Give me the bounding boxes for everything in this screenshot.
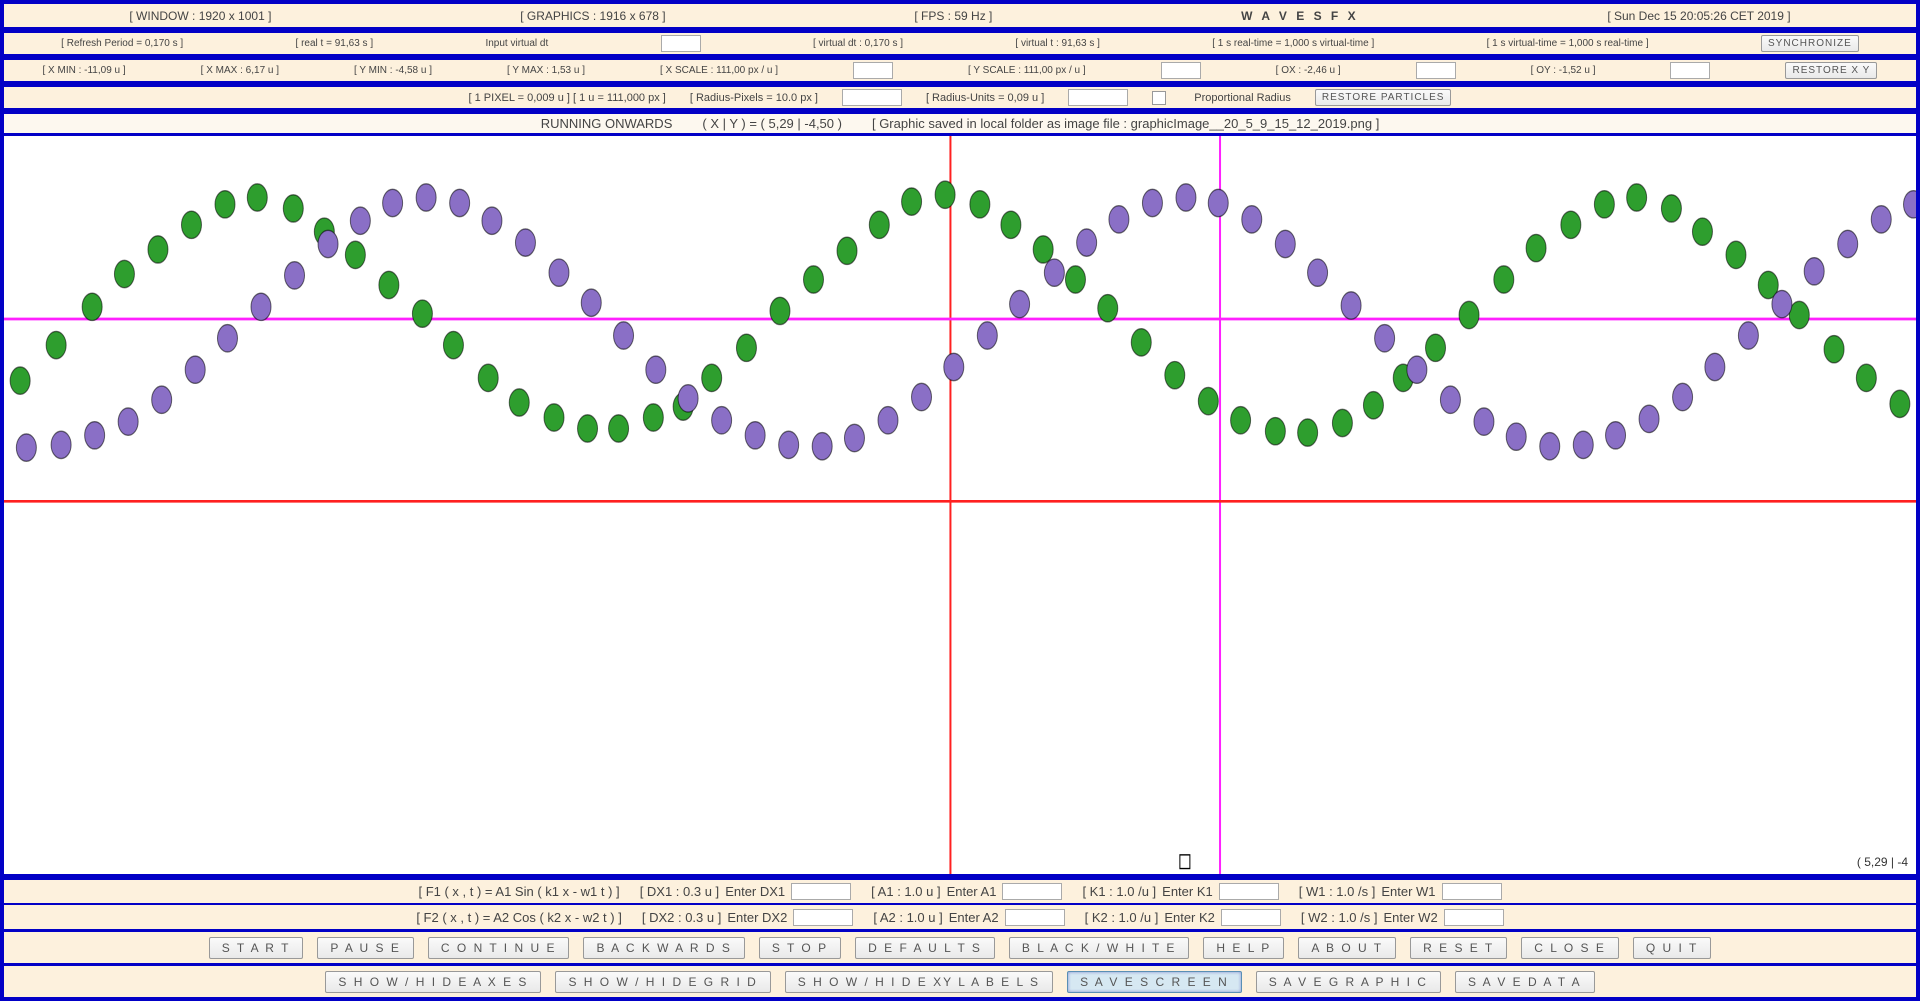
- oy-field[interactable]: [1670, 62, 1710, 79]
- ratio-real-virtual: [ 1 s real-time = 1,000 s virtual-time ]: [1212, 38, 1374, 49]
- yscale-field[interactable]: [1161, 62, 1201, 79]
- header-bar: [ WINDOW : 1920 x 1001 ] [ GRAPHICS : 19…: [4, 4, 1916, 30]
- save-message: [ Graphic saved in local folder as image…: [872, 116, 1379, 131]
- virtual-t: [ virtual t : 91,63 s ]: [1015, 38, 1099, 49]
- fps-readout: [ FPS : 59 Hz ]: [914, 9, 992, 23]
- clock: [ Sun Dec 15 20:05:26 CET 2019 ]: [1607, 9, 1790, 23]
- input-vdt-field[interactable]: [661, 35, 701, 52]
- f1-k-field[interactable]: [1219, 883, 1279, 900]
- f1-dx-field[interactable]: [791, 883, 851, 900]
- ox-field[interactable]: [1416, 62, 1456, 79]
- radius-u: [ Radius-Units = 0,09 u ]: [926, 92, 1044, 104]
- proportional-radius-checkbox[interactable]: [1152, 91, 1166, 105]
- ymax: [ Y MAX : 1,53 u ]: [507, 65, 585, 76]
- save-data-button[interactable]: S A V E D A T A: [1455, 971, 1595, 993]
- continue-button[interactable]: C O N T I N U E: [428, 937, 570, 959]
- f2-k: [ K2 : 1.0 /u ]: [1085, 910, 1159, 925]
- f1-formula: [ F1 ( x , t ) = A1 Sin ( k1 x - w1 t ) …: [418, 884, 619, 899]
- f2-enter-k-label: Enter K2: [1164, 910, 1215, 925]
- yscale: [ Y SCALE : 111,00 px / u ]: [968, 65, 1086, 76]
- save-graphic-button[interactable]: S A V E G R A P H I C: [1256, 971, 1441, 993]
- f2-w: [ W2 : 1.0 /s ]: [1301, 910, 1378, 925]
- radius-px-field[interactable]: [842, 89, 902, 106]
- toggle-axes-button[interactable]: S H O W / H I D E A X E S: [325, 971, 541, 993]
- f2-w-field[interactable]: [1444, 909, 1504, 926]
- stop-button[interactable]: S T O P: [759, 937, 841, 959]
- f2-enter-w-label: Enter W2: [1383, 910, 1437, 925]
- f1-k: [ K1 : 1.0 /u ]: [1082, 884, 1156, 899]
- input-vdt-label: Input virtual dt: [485, 38, 548, 49]
- oy: [ OY : -1,52 u ]: [1531, 65, 1596, 76]
- f1-a-field[interactable]: [1002, 883, 1062, 900]
- xmax: [ X MAX : 6,17 u ]: [201, 65, 279, 76]
- quit-button[interactable]: Q U I T: [1633, 937, 1711, 959]
- toggle-grid-button[interactable]: S H O W / H I D E G R I D: [555, 971, 770, 993]
- reset-button[interactable]: R E S E T: [1410, 937, 1507, 959]
- view-button-bar: S H O W / H I D E A X E S S H O W / H I …: [4, 963, 1916, 997]
- plot-canvas[interactable]: ( 5,29 | -4: [4, 133, 1916, 877]
- refresh-period: [ Refresh Period = 0,170 s ]: [61, 38, 183, 49]
- pixel-unit: [ 1 PIXEL = 0,009 u ] [ 1 u = 111,000 px…: [469, 92, 666, 104]
- backwards-button[interactable]: B A C K W A R D S: [583, 937, 744, 959]
- f1-w-field[interactable]: [1442, 883, 1502, 900]
- f2-a-field[interactable]: [1005, 909, 1065, 926]
- defaults-button[interactable]: D E F A U L T S: [855, 937, 995, 959]
- corner-coord-readout: ( 5,29 | -4: [1853, 854, 1912, 870]
- running-status: RUNNING ONWARDS: [541, 116, 673, 131]
- graphics-size: [ GRAPHICS : 1916 x 678 ]: [520, 9, 665, 23]
- f2-enter-dx-label: Enter DX2: [727, 910, 787, 925]
- ratio-virtual-real: [ 1 s virtual-time = 1,000 s real-time ]: [1487, 38, 1649, 49]
- restore-xy-button[interactable]: RESTORE X Y: [1785, 62, 1877, 79]
- func1-bar: [ F1 ( x , t ) = A1 Sin ( k1 x - w1 t ) …: [4, 877, 1916, 903]
- xy-readout: ( X | Y ) = ( 5,29 | -4,50 ): [702, 116, 842, 131]
- virtual-dt: [ virtual dt : 0,170 s ]: [813, 38, 903, 49]
- restore-particles-button[interactable]: RESTORE PARTICLES: [1315, 89, 1452, 106]
- radius-px: [ Radius-Pixels = 10.0 px ]: [690, 92, 818, 104]
- pause-button[interactable]: P A U S E: [317, 937, 413, 959]
- f1-a: [ A1 : 1.0 u ]: [871, 884, 940, 899]
- status-bar: RUNNING ONWARDS ( X | Y ) = ( 5,29 | -4,…: [4, 111, 1916, 133]
- f1-dx: [ DX1 : 0.3 u ]: [640, 884, 720, 899]
- real-t: [ real t = 91,63 s ]: [296, 38, 374, 49]
- f1-enter-k-label: Enter K1: [1162, 884, 1213, 899]
- f1-w: [ W1 : 1.0 /s ]: [1299, 884, 1376, 899]
- proportional-radius-label: Proportional Radius: [1194, 92, 1291, 104]
- radius-u-field[interactable]: [1068, 89, 1128, 106]
- f2-k-field[interactable]: [1221, 909, 1281, 926]
- xmin: [ X MIN : -11,09 u ]: [42, 65, 125, 76]
- axes-bar: [ X MIN : -11,09 u ] [ X MAX : 6,17 u ] …: [4, 57, 1916, 84]
- synchronize-button[interactable]: SYNCHRONIZE: [1761, 35, 1859, 52]
- ox: [ OX : -2,46 u ]: [1276, 65, 1341, 76]
- app-title: W A V E S F X: [1241, 9, 1358, 23]
- f1-enter-a-label: Enter A1: [947, 884, 997, 899]
- time-bar: [ Refresh Period = 0,170 s ] [ real t = …: [4, 30, 1916, 57]
- f2-enter-a-label: Enter A2: [949, 910, 999, 925]
- xscale: [ X SCALE : 111,00 px / u ]: [660, 65, 778, 76]
- toggle-xy-labels-button[interactable]: S H O W / H I D E XY L A B E L S: [785, 971, 1053, 993]
- close-button[interactable]: C L O S E: [1521, 937, 1619, 959]
- help-button[interactable]: H E L P: [1203, 937, 1284, 959]
- f1-enter-w-label: Enter W1: [1381, 884, 1435, 899]
- f1-enter-dx-label: Enter DX1: [725, 884, 785, 899]
- black-white-button[interactable]: B L A C K / W H I T E: [1009, 937, 1189, 959]
- f2-dx-field[interactable]: [793, 909, 853, 926]
- save-screen-button[interactable]: S A V E S C R E E N: [1067, 971, 1242, 993]
- particle-bar: [ 1 PIXEL = 0,009 u ] [ 1 u = 111,000 px…: [4, 84, 1916, 111]
- f2-formula: [ F2 ( x , t ) = A2 Cos ( k2 x - w2 t ) …: [416, 910, 622, 925]
- ymin: [ Y MIN : -4,58 u ]: [354, 65, 432, 76]
- main-button-bar: S T A R T P A U S E C O N T I N U E B A …: [4, 929, 1916, 963]
- window-size: [ WINDOW : 1920 x 1001 ]: [129, 9, 271, 23]
- f2-a: [ A2 : 1.0 u ]: [873, 910, 942, 925]
- start-button[interactable]: S T A R T: [209, 937, 304, 959]
- func2-bar: [ F2 ( x , t ) = A2 Cos ( k2 x - w2 t ) …: [4, 903, 1916, 929]
- xscale-field[interactable]: [853, 62, 893, 79]
- f2-dx: [ DX2 : 0.3 u ]: [642, 910, 722, 925]
- about-button[interactable]: A B O U T: [1298, 937, 1396, 959]
